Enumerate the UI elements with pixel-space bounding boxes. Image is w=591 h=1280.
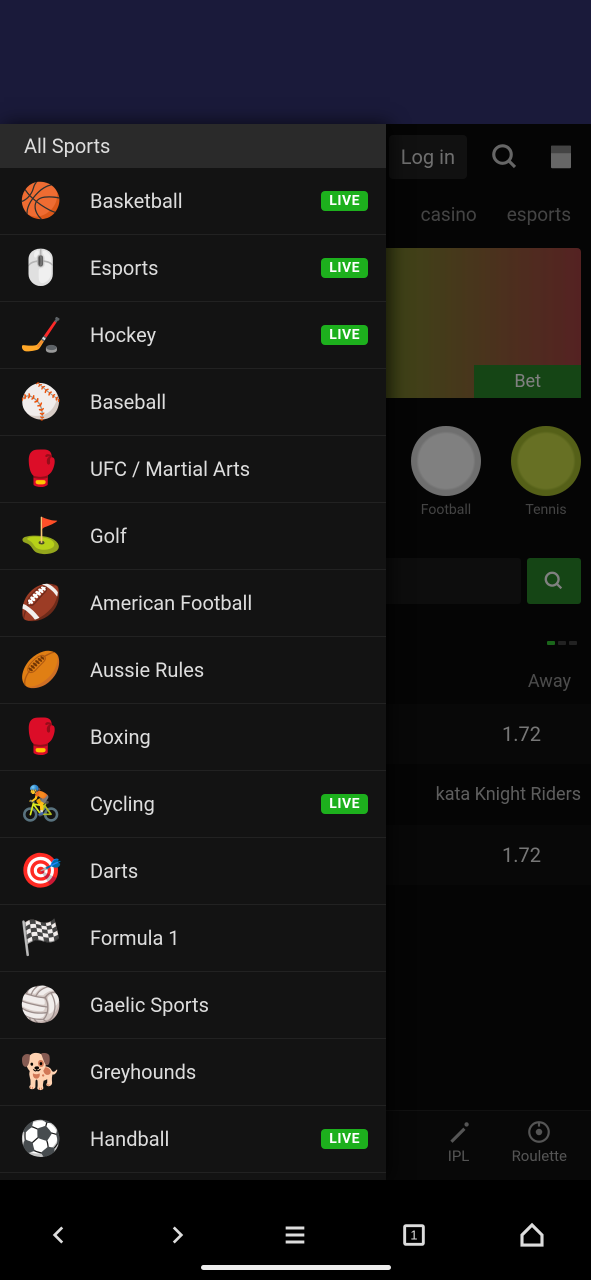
home-button[interactable] (515, 1218, 549, 1252)
sidebar-item-label: American Football (90, 591, 252, 615)
app-area: Log in casino esports Bet Football Tenni… (0, 124, 591, 1180)
sidebar-item-formula-1[interactable]: 🏁 Formula 1 (0, 905, 386, 972)
sidebar-item-cycling[interactable]: 🚴 Cycling LIVE (0, 771, 386, 838)
odds-value: 1.72 (502, 843, 541, 867)
hockey-icon: 🏒 (20, 314, 62, 356)
sidebar-item-label: Esports (90, 256, 158, 280)
sidebar-item-label: Cycling (90, 792, 155, 816)
darts-icon: 🎯 (20, 850, 62, 892)
tab-casino[interactable]: casino (421, 203, 477, 226)
roulette-icon (526, 1119, 552, 1145)
sports-sidebar: All Sports 🏀BasketballLIVE🖱️EsportsLIVE🏒… (0, 124, 386, 1180)
svg-text:1: 1 (410, 1228, 417, 1243)
baseball-icon: ⚾ (20, 381, 62, 423)
odds-value: 1.72 (502, 722, 541, 746)
sidebar-item-american-football[interactable]: 🏈 American Football (0, 570, 386, 637)
sidebar-item-handball[interactable]: ⚽ Handball LIVE (0, 1106, 386, 1173)
home-indicator (201, 1265, 391, 1270)
live-badge: LIVE (321, 1129, 368, 1149)
cricket-icon (446, 1119, 472, 1145)
live-badge: LIVE (321, 191, 368, 211)
american-football-icon: 🏈 (20, 582, 62, 624)
sidebar-item-gaelic-sports[interactable]: 🏐 Gaelic Sports (0, 972, 386, 1039)
golf-icon: ⛳ (20, 515, 62, 557)
sidebar-item-label: Darts (90, 859, 138, 883)
sidebar-item-label: Hockey (90, 323, 156, 347)
ufc-martial-arts-icon: 🥊 (20, 448, 62, 490)
sidebar-item-basketball[interactable]: 🏀 Basketball LIVE (0, 168, 386, 235)
greyhounds-icon: 🐕 (20, 1051, 62, 1093)
sidebar-item-darts[interactable]: 🎯 Darts (0, 838, 386, 905)
sidebar-item-label: Gaelic Sports (90, 993, 209, 1017)
promo-bet-button[interactable]: Bet (474, 365, 581, 398)
sidebar-item-label: Formula 1 (90, 926, 180, 950)
tabs-button[interactable]: 1 (397, 1218, 431, 1252)
aussie-rules-icon: 🏉 (20, 649, 62, 691)
sidebar-item-label: Aussie Rules (90, 658, 204, 682)
sidebar-item-label: Basketball (90, 189, 183, 213)
tab-esports[interactable]: esports (507, 203, 571, 226)
live-badge: LIVE (321, 258, 368, 278)
sidebar-header[interactable]: All Sports (0, 124, 386, 168)
search-go-button[interactable] (527, 558, 581, 604)
cycling-icon: 🚴 (20, 783, 62, 825)
sidebar-item-boxing[interactable]: 🥊 Boxing (0, 704, 386, 771)
quick-ipl[interactable]: IPL (446, 1119, 472, 1172)
gaelic-sports-icon: 🏐 (20, 984, 62, 1026)
sport-chip-label: Tennis (511, 502, 581, 518)
live-badge: LIVE (321, 794, 368, 814)
formula-1-icon: 🏁 (20, 917, 62, 959)
sidebar-item-ufc-martial-arts[interactable]: 🥊 UFC / Martial Arts (0, 436, 386, 503)
sidebar-item-label: Baseball (90, 390, 166, 414)
sidebar-item-golf[interactable]: ⛳ Golf (0, 503, 386, 570)
status-bar (0, 0, 591, 124)
sidebar-item-aussie-rules[interactable]: 🏉 Aussie Rules (0, 637, 386, 704)
boxing-icon: 🥊 (20, 716, 62, 758)
back-button[interactable] (42, 1218, 76, 1252)
system-nav: 1 (0, 1180, 591, 1280)
sport-chip-label: Football (411, 502, 481, 518)
football-icon (411, 426, 481, 496)
search-icon[interactable] (487, 139, 523, 175)
quick-label: Roulette (512, 1147, 567, 1165)
odds-away-label: Away (528, 671, 571, 692)
betslip-icon[interactable] (543, 139, 579, 175)
sport-chip-football[interactable]: Football (411, 426, 481, 518)
sidebar-item-hockey[interactable]: 🏒 Hockey LIVE (0, 302, 386, 369)
sport-list: 🏀 Basketball LIVE 🖱️ Esports LIVE 🏒 Hockey LIVE ⚾… (0, 168, 386, 1173)
handball-icon: ⚽ (20, 1118, 62, 1160)
sidebar-title: All Sports (24, 134, 110, 158)
sidebar-item-label: Golf (90, 524, 127, 548)
login-button[interactable]: Log in (389, 135, 467, 179)
sidebar-item-esports[interactable]: 🖱️ Esports LIVE (0, 235, 386, 302)
menu-button[interactable] (278, 1218, 312, 1252)
tennis-icon (511, 426, 581, 496)
sidebar-item-label: Handball (90, 1127, 169, 1151)
sidebar-item-label: UFC / Martial Arts (90, 457, 250, 481)
basketball-icon: 🏀 (20, 180, 62, 222)
live-badge: LIVE (321, 325, 368, 345)
sidebar-item-label: Greyhounds (90, 1060, 196, 1084)
sidebar-item-label: Boxing (90, 725, 151, 749)
forward-button[interactable] (160, 1218, 194, 1252)
sidebar-item-greyhounds[interactable]: 🐕 Greyhounds (0, 1039, 386, 1106)
esports-icon: 🖱️ (20, 247, 62, 289)
quick-roulette[interactable]: Roulette (512, 1119, 567, 1172)
sport-chip-tennis[interactable]: Tennis (511, 426, 581, 518)
quick-label: IPL (448, 1147, 470, 1165)
sidebar-item-baseball[interactable]: ⚾ Baseball (0, 369, 386, 436)
